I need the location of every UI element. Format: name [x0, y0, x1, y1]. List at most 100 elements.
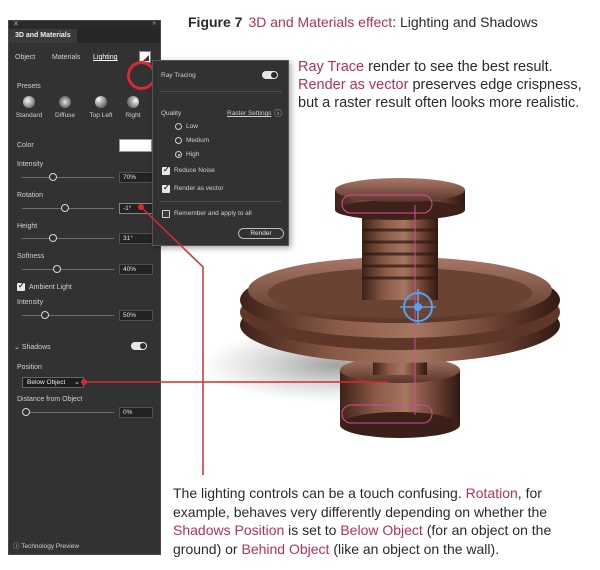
sphere-icon [127, 96, 139, 108]
top-cap-bottom [335, 200, 465, 220]
reduce-noise-label: Reduce Noise [174, 167, 215, 174]
height-field[interactable]: 31° [119, 233, 153, 244]
height-slider[interactable] [22, 238, 114, 239]
quality-high-radio[interactable] [175, 151, 182, 158]
callout-render: Ray Trace render to see the best result.… [298, 58, 598, 112]
presets-label: Presets [17, 83, 41, 90]
ambient-intensity-slider[interactable] [22, 315, 114, 316]
rotation-field[interactable]: -1° [119, 203, 153, 214]
preset-label: Top Left [89, 112, 113, 119]
shadows-toggle[interactable] [131, 342, 147, 350]
position-label: Position [17, 364, 42, 371]
callout-rotation: Rotation [465, 485, 518, 501]
tab-lighting[interactable]: Lighting [93, 54, 118, 61]
divider [159, 201, 282, 202]
info-icon[interactable]: ⓘ [274, 108, 282, 119]
preset-label: Right [125, 112, 141, 119]
callout-lighting-text-3: is set to [284, 522, 341, 538]
position-marker-dot [81, 379, 87, 385]
base-bottom [340, 412, 460, 438]
distance-field[interactable]: 0% [119, 407, 153, 418]
chevron-down-icon: ⌄ [14, 344, 20, 351]
ray-tracing-toggle[interactable] [262, 71, 278, 79]
shadow-position-select[interactable]: Below Object ⌄ [22, 377, 84, 388]
figure-title-accent: 3D and Materials effect [248, 14, 393, 30]
tab-materials[interactable]: Materials [52, 54, 80, 61]
callout-ray-trace-text: render to see the best result. [364, 59, 553, 75]
color-label: Color [17, 142, 34, 149]
preset-right[interactable]: Right [117, 96, 149, 119]
intensity-slider-knob[interactable] [49, 173, 57, 181]
ambient-intensity-field[interactable]: 50% [119, 310, 153, 321]
softness-field[interactable]: 40% [119, 264, 153, 275]
shadow-position-value: Below Object [27, 379, 66, 386]
quality-medium-radio[interactable] [175, 137, 182, 144]
callout-render-vector: Render as vector [298, 77, 409, 93]
quality-low-label: Low [186, 123, 198, 130]
intensity-label: Intensity [17, 161, 44, 168]
preset-standard[interactable]: Standard [13, 96, 45, 119]
preset-top-left[interactable]: Top Left [85, 96, 117, 119]
top-cap-top [335, 178, 465, 202]
technology-preview[interactable]: ⓘ Technology Preview [13, 540, 79, 550]
technology-preview-label: Technology Preview [21, 543, 80, 550]
intensity-field[interactable]: 70% [119, 172, 153, 183]
raster-settings-link[interactable]: Raster Settings [227, 110, 271, 117]
divider [159, 91, 282, 92]
panel-tab-bar: 3D and Materials [9, 29, 160, 43]
preset-label: Standard [15, 112, 43, 119]
softness-label: Softness [17, 253, 45, 260]
ray-trace-icon [143, 55, 149, 61]
height-slider-knob[interactable] [49, 234, 57, 242]
panel-title-bar: ✕ » [9, 20, 160, 29]
remember-checkbox[interactable] [162, 210, 170, 218]
quality-high-label: High [186, 151, 200, 158]
callout-shadows-position: Shadows Position [173, 522, 285, 538]
callout-ray-trace: Ray Trace [298, 59, 365, 75]
quality-medium-label: Medium [186, 137, 210, 144]
figure-number: Figure 7 [188, 14, 243, 30]
distance-label: Distance from Object [17, 396, 83, 403]
chevron-down-icon: ⌄ [74, 379, 80, 386]
callout-lighting-text-5: (like an object on the wall). [329, 540, 500, 557]
ray-tracing-label: Ray Tracing [161, 72, 196, 79]
quality-label: Quality [161, 110, 182, 117]
sphere-icon [59, 96, 71, 108]
softness-slider-knob[interactable] [53, 265, 61, 273]
render-button[interactable]: Render [238, 228, 284, 239]
close-icon[interactable]: ✕ [13, 20, 19, 28]
ambient-light-checkbox[interactable] [17, 281, 25, 291]
shadows-label: Shadows [21, 344, 51, 351]
callout-behind-object: Behind Object [241, 540, 330, 557]
softness-slider[interactable] [22, 269, 114, 270]
quality-low-radio[interactable] [175, 123, 182, 130]
intensity-slider[interactable] [22, 177, 114, 178]
rotation-marker-dot [138, 204, 144, 210]
preset-diffuse[interactable]: Diffuse [49, 96, 81, 119]
reduce-noise-checkbox[interactable] [162, 165, 170, 175]
ambient-intensity-slider-knob[interactable] [41, 311, 49, 319]
sphere-icon [95, 96, 107, 108]
tab-3d-materials[interactable]: 3D and Materials [9, 29, 77, 43]
render-settings-flyout: Ray Tracing Quality Raster Settings ⓘ Lo… [152, 60, 289, 246]
rotation-label: Rotation [17, 192, 44, 199]
callout-lighting: The lighting controls can be a touch con… [173, 484, 593, 558]
rotation-slider-knob[interactable] [61, 204, 69, 212]
distance-slider-knob[interactable] [22, 408, 30, 416]
sphere-icon [23, 96, 35, 108]
light-color-swatch[interactable] [119, 139, 152, 152]
remember-label: Remember and apply to all [174, 210, 252, 217]
ambient-intensity-label: Intensity [17, 299, 44, 306]
ambient-light-label: Ambient Light [29, 284, 72, 291]
collapse-icon[interactable]: » [152, 20, 156, 27]
render-as-vector-checkbox[interactable] [162, 183, 170, 193]
tab-object[interactable]: Object [15, 54, 35, 61]
shadows-disclosure[interactable]: ⌄ Shadows [14, 343, 51, 351]
distance-slider[interactable] [22, 412, 114, 413]
height-label: Height [17, 223, 38, 230]
figure-title: Figure 7 3D and Materials effect: Lightin… [188, 14, 538, 30]
callout-below-object: Below Object [340, 522, 423, 538]
preset-label: Diffuse [54, 112, 76, 119]
3d-materials-panel: ✕ » 3D and Materials Object Materials Li… [8, 20, 161, 555]
info-icon: ⓘ [13, 543, 20, 550]
